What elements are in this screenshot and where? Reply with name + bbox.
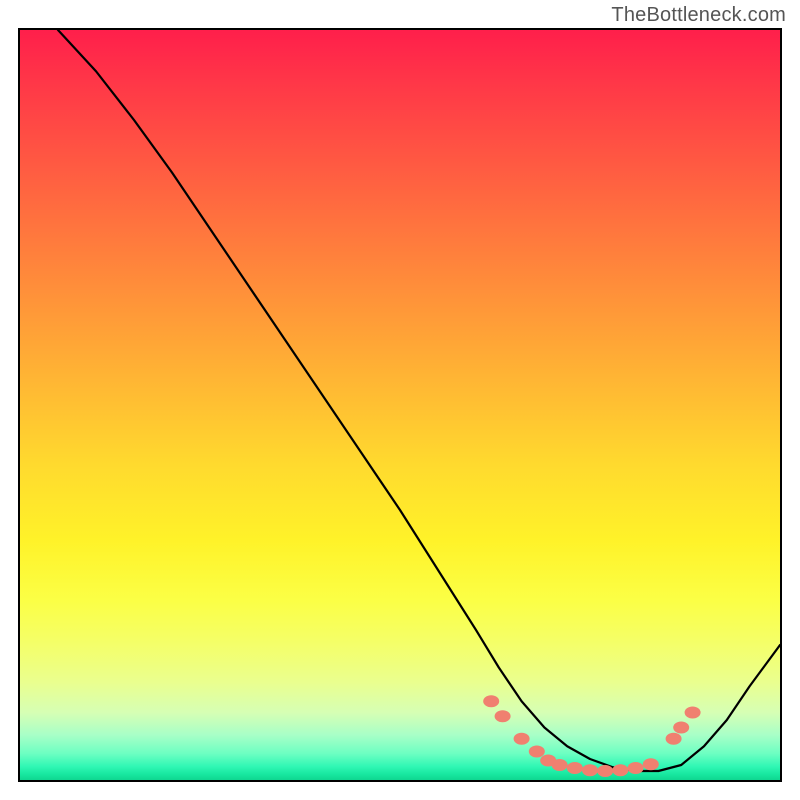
- data-marker: [514, 733, 530, 745]
- data-marker: [529, 746, 545, 758]
- data-marker: [628, 762, 644, 774]
- data-marker: [495, 710, 511, 722]
- curve-line: [58, 30, 780, 771]
- plot-area: [18, 28, 782, 782]
- data-marker: [673, 722, 689, 734]
- data-marker: [643, 758, 659, 770]
- data-marker: [552, 759, 568, 771]
- data-marker: [483, 695, 499, 707]
- attribution-label: TheBottleneck.com: [611, 4, 786, 27]
- marker-group: [483, 695, 700, 777]
- chart-overlay: [20, 30, 780, 780]
- data-marker: [685, 707, 701, 719]
- chart-container: TheBottleneck.com: [0, 0, 800, 800]
- data-marker: [567, 762, 583, 774]
- data-marker: [666, 733, 682, 745]
- data-marker: [582, 764, 598, 776]
- data-marker: [597, 765, 613, 777]
- data-marker: [612, 764, 628, 776]
